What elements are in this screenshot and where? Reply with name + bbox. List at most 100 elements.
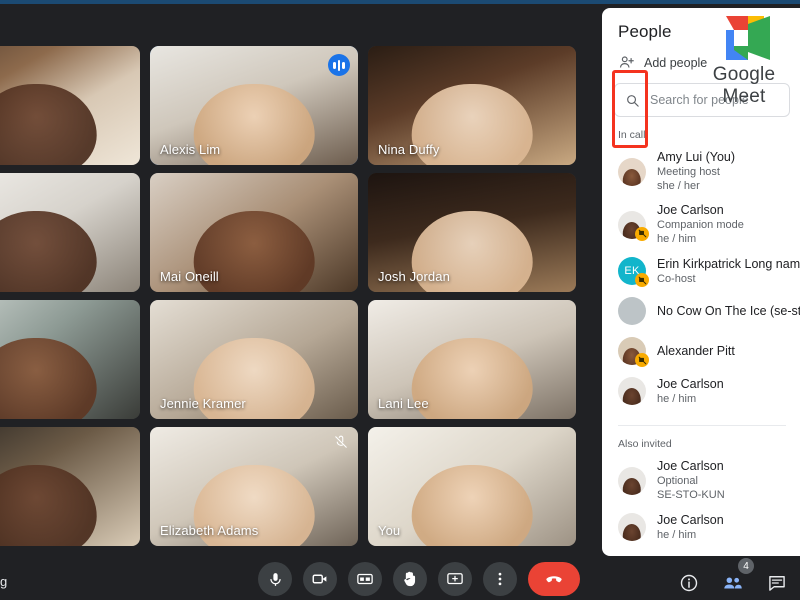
participant-info: Joe Carlson he / him — [657, 513, 724, 542]
participant-info: Joe Carlson he / him — [657, 377, 724, 406]
present-button[interactable] — [438, 562, 472, 596]
participant-name: Amy Lui (You) — [657, 150, 736, 164]
show-everyone-button[interactable]: 4 — [720, 558, 754, 596]
participant-info: Joe Carlson Optional SE-STO-KUN — [657, 459, 725, 502]
add-people-label: Add people — [644, 55, 708, 70]
participant-name-label: Nina Duffy — [378, 142, 440, 157]
chat-button[interactable] — [764, 570, 790, 596]
chat-icon — [769, 576, 785, 591]
avatar-photo — [618, 513, 646, 541]
avatar — [618, 337, 649, 367]
participant-pronouns: she / her — [657, 180, 700, 192]
meeting-code-label: g — [0, 574, 8, 589]
video-tile[interactable]: Jennie Kramer — [150, 300, 358, 419]
participant-role: he / him — [657, 392, 697, 405]
participant-video — [0, 46, 140, 165]
participant-role: Optional — [657, 475, 698, 487]
avatar-placeholder — [618, 297, 646, 325]
avatar-photo — [618, 377, 646, 405]
participant-role: Co-host — [657, 272, 696, 285]
participant-info: Alexander Pitt — [657, 344, 735, 359]
more-vertical-icon — [498, 572, 502, 586]
present-screen-icon — [447, 573, 463, 585]
end-call-button[interactable] — [528, 562, 580, 596]
participant-name-label: Jennie Kramer — [160, 396, 246, 411]
companion-mode-icon — [635, 353, 649, 367]
avatar — [618, 157, 646, 186]
participant-figure — [411, 338, 533, 419]
participant-name-label: Josh Jordan — [378, 269, 450, 284]
camera-button[interactable] — [303, 562, 337, 596]
section-label: Also invited — [618, 438, 672, 450]
video-grid: Tony Alexis Lim Nina Duffy Mai Oneill Josh J… — [0, 46, 604, 556]
participant-name-label: Lani Lee — [378, 396, 429, 411]
participant-name-label: Alexis Lim — [160, 142, 221, 157]
add-people-button[interactable]: Add people — [602, 42, 800, 77]
section-people: Amy Lui (You) Meeting host she / her Joe Ca… — [602, 145, 800, 417]
raise-hand-button[interactable] — [393, 562, 427, 596]
video-tile[interactable]: Mai Oneill — [150, 173, 358, 292]
participant-row[interactable]: Joe Carlson he / him — [602, 507, 800, 547]
participant-name: Alexander Pitt — [657, 343, 735, 358]
meeting-details-button[interactable] — [676, 570, 702, 596]
participant-row[interactable]: No Cow On The Ice (se-sto.. — [602, 291, 800, 331]
section-label: In call — [618, 129, 646, 141]
participant-info: Joe Carlson Companion mode he / him — [657, 203, 744, 246]
raise-hand-icon — [404, 571, 416, 587]
participant-row[interactable]: EK Erin Kirkpatrick Long nam... Co-host — [602, 251, 800, 291]
participant-name-label: Mai Oneill — [160, 269, 219, 284]
search-wrapper: Search for people — [614, 83, 790, 117]
participant-row[interactable]: Joe Carlson Companion mode he / him — [602, 198, 800, 251]
avatar — [618, 466, 646, 495]
video-tile[interactable]: Josh Jordan — [368, 173, 576, 292]
companion-mode-icon — [635, 273, 649, 287]
people-icon — [724, 577, 742, 589]
participant-name: No Cow On The Ice (se-sto.. — [657, 303, 800, 318]
participant-name: Joe Carlson — [657, 203, 724, 217]
video-tile[interactable]: You — [368, 427, 576, 546]
video-tile[interactable]: Lani Lee — [368, 300, 576, 419]
video-tile[interactable] — [0, 427, 140, 546]
captions-button[interactable] — [348, 562, 382, 596]
companion-mode-icon — [635, 226, 649, 241]
participant-video — [0, 173, 140, 292]
participant-figure — [0, 84, 97, 165]
participant-name-label: You — [378, 523, 401, 538]
participant-pronouns: SE-STO-KUN — [657, 489, 725, 501]
people-panel: People Add people Search for people In c… — [602, 8, 800, 556]
microphone-button[interactable] — [258, 562, 292, 596]
participant-figure — [0, 338, 97, 419]
participant-row[interactable]: Joe Carlson he / him — [602, 371, 800, 411]
search-input[interactable]: Search for people — [614, 83, 790, 117]
video-tile[interactable] — [0, 300, 140, 419]
video-tile[interactable] — [0, 173, 140, 292]
participant-info: Amy Lui (You) Meeting host she / her — [657, 150, 735, 193]
search-icon — [627, 94, 639, 107]
participant-role: Companion mode — [657, 219, 744, 231]
participant-info: Erin Kirkpatrick Long nam... Co-host — [657, 257, 800, 286]
section-people: Joe Carlson Optional SE-STO-KUN Joe Carlson… — [602, 454, 800, 553]
avatar — [618, 210, 649, 241]
video-tile[interactable]: Tony — [0, 46, 140, 165]
search-placeholder: Search for people — [650, 93, 749, 107]
microphone-icon — [269, 572, 281, 586]
participant-name: Joe Carlson — [657, 459, 724, 473]
participant-count-badge: 4 — [738, 558, 754, 574]
toolbar-right-controls: 4 — [676, 558, 790, 596]
avatar-photo — [618, 466, 646, 495]
avatar-initials: EK — [618, 257, 649, 287]
person-add-icon — [619, 56, 634, 68]
end-call-icon — [546, 576, 562, 583]
participant-row[interactable]: Alexander Pitt — [602, 331, 800, 371]
video-tile[interactable]: Nina Duffy — [368, 46, 576, 165]
video-tile[interactable]: Elizabeth Adams — [150, 427, 358, 546]
participant-figure — [411, 465, 533, 546]
participant-row[interactable]: Amy Lui (You) Meeting host she / her — [602, 145, 800, 198]
participant-role: he / him — [657, 528, 697, 541]
participant-video — [0, 427, 140, 546]
speaking-indicator-icon — [328, 54, 350, 76]
video-tile[interactable]: Alexis Lim — [150, 46, 358, 165]
participant-row[interactable]: Joe Carlson Optional SE-STO-KUN — [602, 454, 800, 507]
panel-title: People — [618, 22, 672, 41]
more-options-button[interactable] — [483, 562, 517, 596]
